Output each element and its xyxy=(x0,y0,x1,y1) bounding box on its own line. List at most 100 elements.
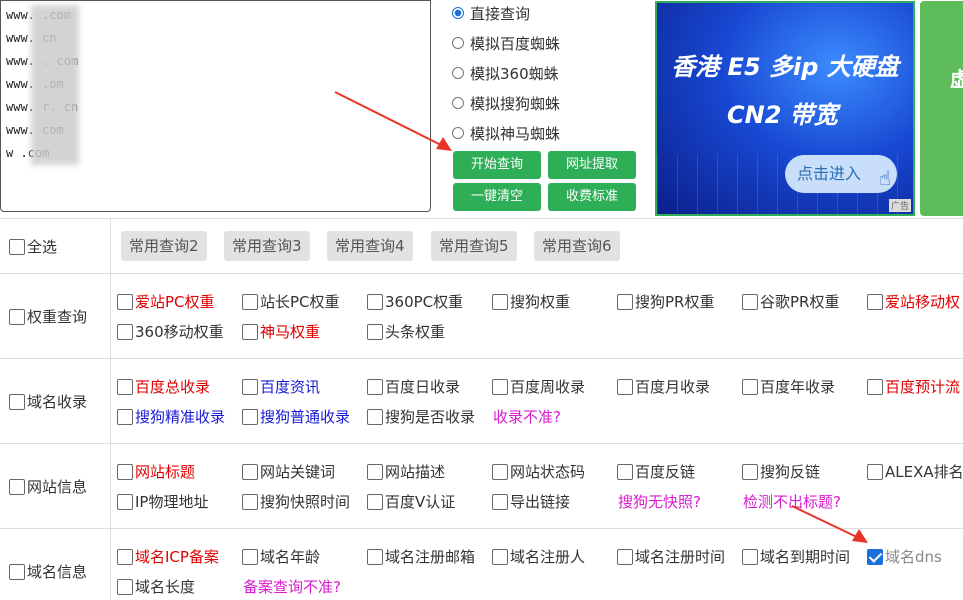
option-label: 搜狗精准收录 xyxy=(135,408,226,426)
option-checkbox[interactable]: 谷歌PR权重 xyxy=(742,291,839,312)
option-checkbox[interactable]: ALEXA排名 xyxy=(867,461,963,482)
radio-label: 模拟百度蜘蛛 xyxy=(470,34,561,53)
help-link[interactable]: 检测不出标题? xyxy=(743,491,841,512)
option-checkbox[interactable]: 网站状态码 xyxy=(492,461,585,482)
option-checkbox[interactable]: 百度反链 xyxy=(617,461,695,482)
ad-banner-secondary[interactable]: 虚 xyxy=(920,1,963,216)
option-label: 爱站移动权 xyxy=(885,293,961,311)
option-checkbox[interactable]: 360PC权重 xyxy=(367,291,463,312)
radio-icon xyxy=(452,67,464,79)
common-query-2-button[interactable]: 常用查询2 xyxy=(121,231,207,261)
radio-shenma-spider[interactable]: 模拟神马蜘蛛 xyxy=(452,123,560,143)
option-checkbox[interactable]: 百度资讯 xyxy=(242,376,320,397)
common-query-4-button[interactable]: 常用查询4 xyxy=(327,231,413,261)
domain-list-textarea[interactable]: www. .com www. cn www. . com www. .om ww… xyxy=(0,0,431,212)
option-checkbox[interactable]: 百度周收录 xyxy=(492,376,585,397)
option-checkbox[interactable]: 网站关键词 xyxy=(242,461,335,482)
option-checkbox[interactable]: 百度日收录 xyxy=(367,376,460,397)
radio-360-spider[interactable]: 模拟360蜘蛛 xyxy=(452,63,559,83)
option-label: 头条权重 xyxy=(385,323,446,341)
radio-selected-icon xyxy=(452,7,464,19)
arrow-head xyxy=(436,137,452,151)
option-checkbox[interactable]: 站长PC权重 xyxy=(242,291,340,312)
common-query-3-button[interactable]: 常用查询3 xyxy=(224,231,310,261)
option-checkbox[interactable]: 搜狗反链 xyxy=(742,461,820,482)
option-label: 搜狗PR权重 xyxy=(635,293,715,311)
option-checkbox[interactable]: 搜狗精准收录 xyxy=(117,406,225,427)
option-checkbox-domain-dns[interactable]: 域名dns xyxy=(867,546,942,567)
checkbox-icon xyxy=(367,323,383,340)
option-label: 搜狗快照时间 xyxy=(260,493,351,511)
option-checkbox[interactable]: 爱站PC权重 xyxy=(117,291,215,312)
option-label: 百度月收录 xyxy=(635,378,711,396)
section-domain-info-checkbox[interactable]: 域名信息 xyxy=(9,561,87,582)
checkbox-icon xyxy=(9,393,25,410)
option-label: 爱站PC权重 xyxy=(135,293,215,311)
ad-cta-button[interactable]: 点击进入 ☝ xyxy=(785,155,897,193)
option-checkbox[interactable]: 域名长度 xyxy=(117,576,195,597)
checkbox-icon xyxy=(742,293,758,310)
extract-url-button[interactable]: 网址提取 xyxy=(548,151,636,179)
divider xyxy=(0,443,963,444)
option-checkbox[interactable]: 百度预计流 xyxy=(867,376,960,397)
pricing-button[interactable]: 收费标准 xyxy=(548,183,636,211)
section-index-checkbox[interactable]: 域名收录 xyxy=(9,391,87,412)
option-checkbox[interactable]: 百度年收录 xyxy=(742,376,835,397)
option-label: 域名注册人 xyxy=(510,548,586,566)
option-checkbox[interactable]: 域名ICP备案 xyxy=(117,546,219,567)
checkbox-icon xyxy=(242,408,258,425)
option-checkbox[interactable]: 搜狗PR权重 xyxy=(617,291,714,312)
option-label: 百度预计流 xyxy=(885,378,961,396)
help-link[interactable]: 收录不准? xyxy=(493,406,561,427)
ad-banner[interactable]: 香港 E5 多ip 大硬盘 CN2 带宽 点击进入 ☝ 广告 xyxy=(655,1,915,216)
checkbox-icon xyxy=(117,548,133,565)
checkbox-icon xyxy=(492,463,508,480)
option-checkbox[interactable]: 神马权重 xyxy=(242,321,320,342)
common-query-6-button[interactable]: 常用查询6 xyxy=(534,231,620,261)
help-link[interactable]: 备案查询不准? xyxy=(243,576,341,597)
option-checkbox[interactable]: 百度月收录 xyxy=(617,376,710,397)
option-checkbox[interactable]: 域名注册邮箱 xyxy=(367,546,475,567)
option-checkbox[interactable]: 域名到期时间 xyxy=(742,546,850,567)
option-checkbox[interactable]: 360移动权重 xyxy=(117,321,224,342)
option-label: 百度V认证 xyxy=(385,493,456,511)
section-label: 权重查询 xyxy=(27,308,88,326)
option-checkbox[interactable]: IP物理地址 xyxy=(117,491,208,512)
option-checkbox[interactable]: 百度V认证 xyxy=(367,491,455,512)
ad-subline: CN2 带宽 xyxy=(727,101,838,129)
checkbox-icon xyxy=(367,378,383,395)
clear-all-button[interactable]: 一键清空 xyxy=(453,183,541,211)
checkbox-icon xyxy=(242,463,258,480)
option-checkbox[interactable]: 网站描述 xyxy=(367,461,445,482)
radio-direct-query[interactable]: 直接查询 xyxy=(452,3,530,23)
help-link[interactable]: 搜狗无快照? xyxy=(618,491,701,512)
option-checkbox[interactable]: 搜狗权重 xyxy=(492,291,570,312)
checkbox-icon xyxy=(242,548,258,565)
option-label: 网站标题 xyxy=(135,463,196,481)
option-checkbox[interactable]: 百度总收录 xyxy=(117,376,210,397)
option-checkbox[interactable]: 搜狗普通收录 xyxy=(242,406,350,427)
section-weight-checkbox[interactable]: 权重查询 xyxy=(9,306,87,327)
option-checkbox[interactable]: 导出链接 xyxy=(492,491,570,512)
radio-label: 模拟神马蜘蛛 xyxy=(470,124,561,143)
option-checkbox[interactable]: 域名注册时间 xyxy=(617,546,725,567)
select-all-checkbox[interactable]: 全选 xyxy=(9,236,57,257)
radio-baidu-spider[interactable]: 模拟百度蜘蛛 xyxy=(452,33,560,53)
radio-icon xyxy=(452,37,464,49)
checkbox-icon xyxy=(117,463,133,480)
checkbox-icon xyxy=(492,378,508,395)
checkbox-icon xyxy=(742,548,758,565)
start-query-button[interactable]: 开始查询 xyxy=(453,151,541,179)
option-checkbox[interactable]: 搜狗快照时间 xyxy=(242,491,350,512)
option-checkbox[interactable]: 域名年龄 xyxy=(242,546,320,567)
option-checkbox[interactable]: 域名注册人 xyxy=(492,546,585,567)
option-checkbox[interactable]: 爱站移动权 xyxy=(867,291,960,312)
option-checkbox[interactable]: 头条权重 xyxy=(367,321,445,342)
common-query-5-button[interactable]: 常用查询5 xyxy=(431,231,517,261)
checkbox-icon xyxy=(367,463,383,480)
option-checkbox[interactable]: 搜狗是否收录 xyxy=(367,406,475,427)
radio-sogou-spider[interactable]: 模拟搜狗蜘蛛 xyxy=(452,93,560,113)
section-site-info-checkbox[interactable]: 网站信息 xyxy=(9,476,87,497)
option-label: 搜狗普通收录 xyxy=(260,408,351,426)
option-checkbox[interactable]: 网站标题 xyxy=(117,461,195,482)
